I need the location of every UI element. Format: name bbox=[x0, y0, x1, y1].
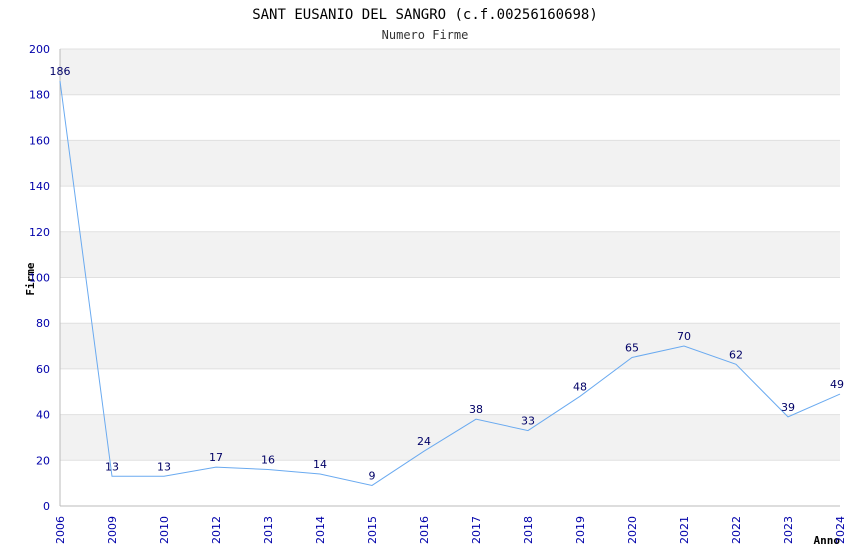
x-tick-label: 2009 bbox=[106, 516, 119, 544]
x-tick-label: 2017 bbox=[470, 516, 483, 544]
x-tick-label: 2020 bbox=[626, 516, 639, 544]
x-tick-label: 2006 bbox=[54, 516, 67, 544]
data-label: 16 bbox=[261, 453, 275, 466]
x-tick-label: 2015 bbox=[366, 516, 379, 544]
x-tick-label: 2013 bbox=[262, 516, 275, 544]
grid-band bbox=[60, 49, 840, 95]
x-tick-label: 2018 bbox=[522, 516, 535, 544]
x-tick-label: 2016 bbox=[418, 516, 431, 544]
data-label: 33 bbox=[521, 415, 535, 428]
data-label: 13 bbox=[105, 460, 119, 473]
y-tick-label: 40 bbox=[36, 409, 50, 422]
data-label: 49 bbox=[830, 378, 844, 391]
y-tick-labels: 0 20 40 60 80 100 120 140 160 180 200 bbox=[29, 43, 50, 513]
data-label: 14 bbox=[313, 458, 327, 471]
chart: SANT EUSANIO DEL SANGRO (c.f.00256160698… bbox=[24, 7, 847, 547]
grid-band bbox=[60, 140, 840, 187]
grid-band bbox=[60, 414, 840, 461]
x-tick-labels: 2006 2009 2010 2012 2013 2014 2015 2016 2017 2018… bbox=[54, 516, 847, 544]
y-tick-label: 100 bbox=[29, 272, 50, 285]
grid-band bbox=[60, 231, 840, 278]
y-tick-label: 140 bbox=[29, 180, 50, 193]
y-tick-label: 80 bbox=[36, 317, 50, 330]
chart-title: SANT EUSANIO DEL SANGRO (c.f.00256160698… bbox=[252, 7, 598, 23]
x-tick-label: 2022 bbox=[730, 516, 743, 544]
y-tick-label: 200 bbox=[29, 43, 50, 56]
x-tick-label: 2010 bbox=[158, 516, 171, 544]
data-label: 17 bbox=[209, 451, 223, 464]
y-tick-label: 20 bbox=[36, 454, 50, 467]
y-tick-label: 0 bbox=[43, 500, 50, 513]
x-tick-label: 2019 bbox=[574, 516, 587, 544]
y-tick-label: 120 bbox=[29, 226, 50, 239]
data-label: 38 bbox=[469, 403, 483, 416]
data-label: 48 bbox=[573, 380, 587, 393]
grid-band bbox=[60, 323, 840, 369]
y-tick-label: 60 bbox=[36, 363, 50, 376]
data-label: 13 bbox=[157, 460, 171, 473]
data-label: 9 bbox=[369, 469, 376, 482]
x-tick-label: 2024 bbox=[834, 516, 847, 544]
data-label: 24 bbox=[417, 435, 431, 448]
chart-subtitle: Numero Firme bbox=[382, 28, 469, 42]
x-tick-label: 2012 bbox=[210, 516, 223, 544]
x-tick-label: 2021 bbox=[678, 516, 691, 544]
grid-bands bbox=[60, 49, 840, 461]
y-tick-label: 180 bbox=[29, 89, 50, 102]
data-label: 186 bbox=[50, 65, 71, 78]
x-tick-label: 2014 bbox=[314, 516, 327, 544]
y-tick-label: 160 bbox=[29, 134, 50, 147]
data-label: 39 bbox=[781, 401, 795, 414]
data-label: 65 bbox=[625, 341, 639, 354]
x-tick-label: 2023 bbox=[782, 516, 795, 544]
data-label: 62 bbox=[729, 348, 743, 361]
data-label: 70 bbox=[677, 330, 691, 343]
